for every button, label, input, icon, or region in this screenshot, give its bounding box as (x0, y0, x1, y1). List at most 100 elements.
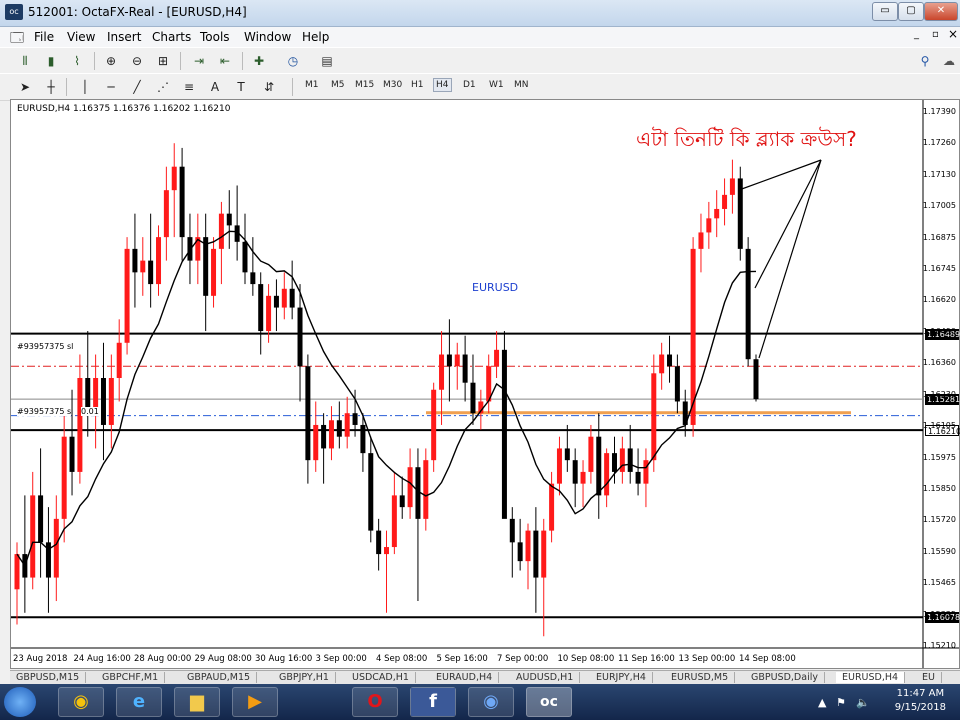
menu-view[interactable]: View (67, 30, 95, 44)
line-chart-icon[interactable]: ⌇ (68, 52, 86, 70)
candle-body (627, 448, 633, 472)
chart-area[interactable]: EURUSD,H4 1.16375 1.16376 1.16202 1.1621… (10, 99, 960, 669)
timeframe-m5[interactable]: M5 (331, 80, 345, 90)
search-icon[interactable]: ⚲ (916, 52, 934, 70)
candle-body (156, 237, 162, 285)
inner-minimize-button[interactable]: _ (914, 29, 919, 40)
flag-icon[interactable]: ⚑ (836, 696, 846, 709)
y-tick-label: 1.15590 (922, 546, 956, 556)
candle-body (431, 389, 437, 461)
restore-button[interactable]: ▢ (898, 2, 924, 21)
start-button[interactable] (4, 687, 36, 717)
trendline-icon[interactable]: ╱ (128, 78, 146, 96)
tab-euraud-h4[interactable]: EURAUD,H4 (430, 672, 500, 683)
zoom-in-icon[interactable]: ⊕ (102, 52, 120, 70)
timeframe-mn[interactable]: MN (514, 80, 529, 90)
y-tick-label: 1.16490 (922, 326, 956, 336)
tab-gbpusd-daily[interactable]: GBPUSD,Daily (745, 672, 825, 683)
periods-icon[interactable]: ◷ (284, 52, 302, 70)
tab-gbpaud-m15[interactable]: GBPAUD,M15 (181, 672, 258, 683)
cursor-icon[interactable]: ➤ (16, 78, 34, 96)
candle-body (611, 453, 617, 472)
tab-gbpjpy-h1[interactable]: GBPJPY,H1 (273, 672, 336, 683)
octafx-icon[interactable]: oc (526, 687, 572, 717)
tab-gbpchf-m1[interactable]: GBPCHF,M1 (96, 672, 166, 683)
close-button[interactable]: ✕ (924, 2, 958, 21)
price-chart[interactable] (11, 100, 959, 668)
candle-body (494, 349, 500, 367)
vertical-line-icon[interactable]: │ (76, 78, 94, 96)
menu-bar: 🗔 File View Insert Charts Tools Window H… (0, 27, 960, 47)
chart-tabs: GBPUSD,M15 GBPCHF,M1 GBPAUD,M15 GBPJPY,H… (10, 670, 960, 685)
channel-icon[interactable]: ⋰ (154, 78, 172, 96)
candle-body (533, 530, 539, 578)
minimize-button[interactable]: ▭ (872, 2, 898, 21)
horizontal-line-icon[interactable]: ─ (102, 78, 120, 96)
timeframe-h1[interactable]: H1 (411, 80, 424, 90)
order-lot-label: 0.01 (81, 407, 99, 416)
tab-audusd-h1[interactable]: AUDUSD,H1 (510, 672, 581, 683)
menu-file[interactable]: File (34, 30, 54, 44)
tile-windows-icon[interactable]: ⊞ (154, 52, 172, 70)
candle-body (69, 436, 75, 472)
candlestick-icon[interactable]: ▮ (42, 52, 60, 70)
annotation-pointer-line (758, 159, 822, 359)
templates-icon[interactable]: ▤ (318, 52, 336, 70)
crosshair-icon[interactable]: ┼ (42, 78, 60, 96)
menu-help[interactable]: Help (302, 30, 329, 44)
chrome-alt-icon[interactable]: ◉ (468, 687, 514, 717)
candle-body (517, 542, 523, 562)
chrome-icon[interactable]: ◉ (58, 687, 104, 717)
x-tick-label: 3 Sep 00:00 (315, 654, 367, 664)
tab-eurjpy-h4[interactable]: EURJPY,H4 (590, 672, 653, 683)
candle-body (407, 467, 413, 508)
timeframe-h4[interactable]: H4 (433, 78, 452, 92)
tab-eu[interactable]: EU (916, 672, 942, 683)
candle-body (242, 241, 248, 273)
chat-icon[interactable]: ☁ (940, 52, 958, 70)
menu-window[interactable]: Window (244, 30, 291, 44)
tab-usdcad-h1[interactable]: USDCAD,H1 (346, 672, 416, 683)
media-player-icon[interactable]: ▶ (232, 687, 278, 717)
order-label: #93957375 s (17, 407, 72, 416)
candle-body (328, 420, 334, 449)
zoom-out-icon[interactable]: ⊖ (128, 52, 146, 70)
timeframe-w1[interactable]: W1 (489, 80, 504, 90)
timeframe-d1[interactable]: D1 (463, 80, 476, 90)
inner-close-button[interactable]: × (948, 27, 958, 41)
chart-shift-icon[interactable]: ⇤ (216, 52, 234, 70)
candle-body (273, 295, 279, 308)
ie-icon[interactable]: e (116, 687, 162, 717)
autoscroll-icon[interactable]: ⇥ (190, 52, 208, 70)
candle-body (203, 237, 209, 296)
candle-body (250, 272, 256, 285)
text-label-icon[interactable]: T (232, 78, 250, 96)
tab-eurusd-m5[interactable]: EURUSD,M5 (665, 672, 736, 683)
title-bar: oc 512001: OctaFX-Real - [EURUSD,H4] ▭ ▢… (0, 0, 960, 27)
y-tick-label: 1.16875 (922, 232, 956, 242)
candle-body (667, 354, 673, 367)
tray-arrow-icon[interactable]: ▲ (818, 696, 826, 709)
fibonacci-icon[interactable]: ≡ (180, 78, 198, 96)
candle-body (470, 382, 476, 414)
arrows-icon[interactable]: ⇵ (260, 78, 278, 96)
inner-restore-button[interactable]: ▫ (932, 29, 939, 40)
folder-icon[interactable]: ▆ (174, 687, 220, 717)
tab-eurusd-h4[interactable]: EURUSD,H4 (836, 672, 906, 683)
menu-tools[interactable]: Tools (200, 30, 230, 44)
menu-charts[interactable]: Charts (152, 30, 191, 44)
bar-chart-icon[interactable]: ⫴ (16, 52, 34, 70)
candle-body (100, 378, 106, 425)
tab-gbpusd-m15[interactable]: GBPUSD,M15 (10, 672, 87, 683)
timeframe-m1[interactable]: M1 (305, 80, 319, 90)
opera-icon[interactable]: O (352, 687, 398, 717)
volume-icon[interactable]: 🔈 (856, 696, 870, 709)
indicators-icon[interactable]: ✚ (250, 52, 268, 70)
timeframe-m15[interactable]: M15 (355, 80, 374, 90)
text-icon[interactable]: A (206, 78, 224, 96)
facebook-icon[interactable]: f (410, 687, 456, 717)
menu-insert[interactable]: Insert (107, 30, 141, 44)
candle-body (541, 530, 547, 578)
timeframe-m30[interactable]: M30 (383, 80, 402, 90)
clock[interactable]: 11:47 AM 9/15/2018 (895, 687, 946, 715)
